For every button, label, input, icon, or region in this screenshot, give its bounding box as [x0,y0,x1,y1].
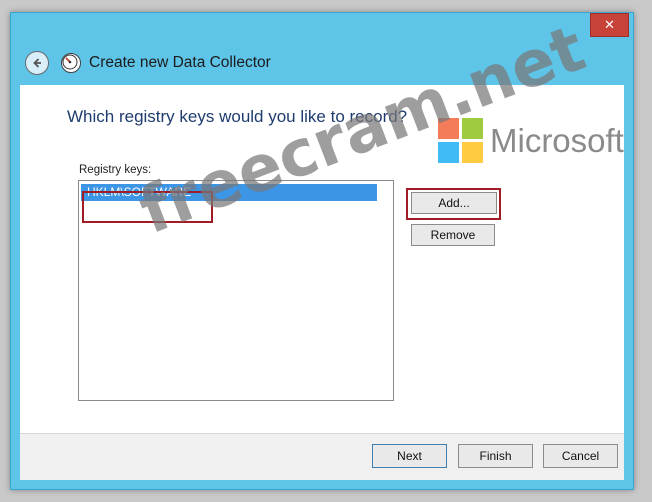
back-button[interactable] [25,51,49,75]
dialog-window: ✕ Create new Data Collector Which regist… [10,12,634,490]
registry-keys-label: Registry keys: [79,164,152,176]
list-item[interactable]: HKLM\SOFTWARE [81,184,377,201]
remove-button[interactable]: Remove [411,224,495,246]
next-button[interactable]: Next [372,444,447,468]
close-icon: ✕ [604,17,615,33]
cancel-button[interactable]: Cancel [543,444,618,468]
wizard-footer: Next Finish Cancel [20,433,624,480]
window-title: Create new Data Collector [89,54,271,71]
close-button[interactable]: ✕ [590,13,629,37]
microsoft-logo-text: Microsoft [490,122,624,159]
back-arrow-icon [33,58,41,68]
finish-button[interactable]: Finish [458,444,533,468]
microsoft-logo-icon [438,118,484,164]
page-heading: Which registry keys would you like to re… [67,107,408,126]
add-button[interactable]: Add... [411,192,497,214]
microsoft-logo: Microsoft [438,118,624,164]
performance-monitor-icon [61,53,81,73]
title-bar: Create new Data Collector [11,45,633,81]
registry-keys-list[interactable]: HKLM\SOFTWARE [78,180,394,401]
